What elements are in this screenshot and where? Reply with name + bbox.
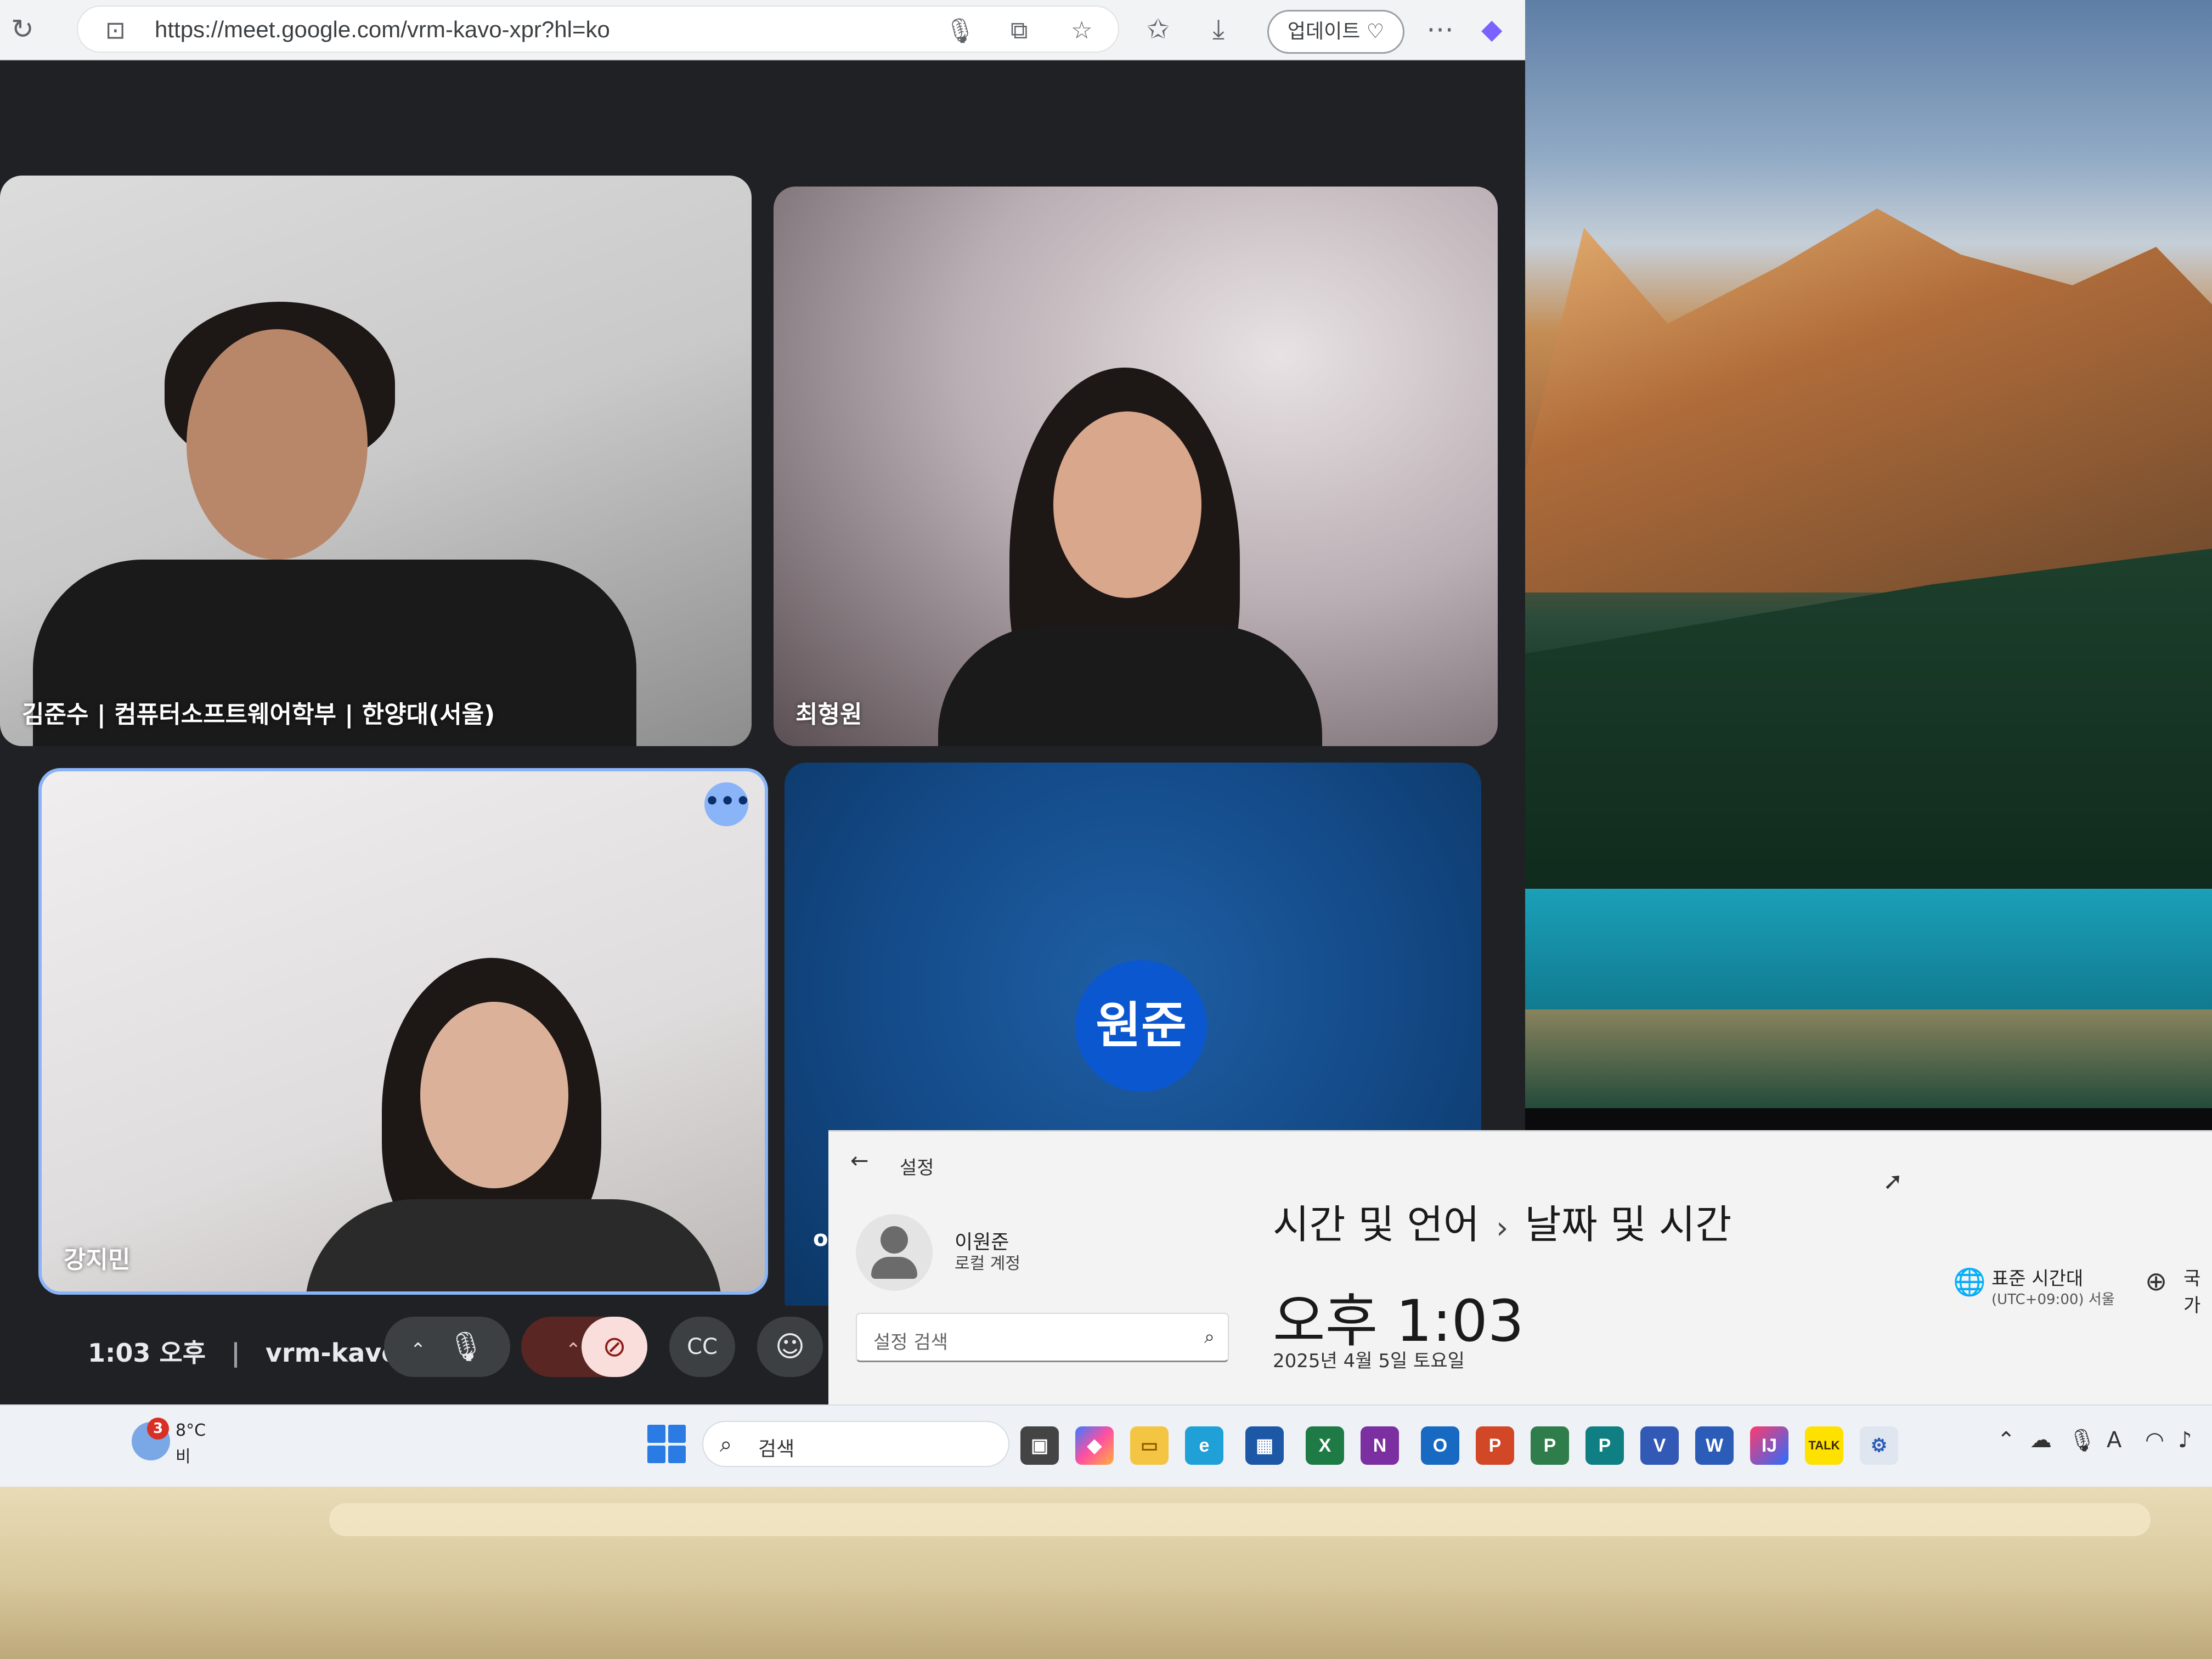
participant-tile[interactable]: 최형원 [774,187,1498,746]
start-logo-tile [668,1445,686,1463]
participant-name: 최형원 [795,701,862,729]
breadcrumb-parent[interactable]: 시간 및 언어 [1273,1201,1480,1248]
favorites-icon[interactable]: ✩ [1147,13,1170,45]
favorite-star-icon[interactable]: ☆ [1071,16,1092,44]
excel-icon[interactable]: X [1306,1426,1344,1465]
task-view-icon[interactable]: ▣ [1020,1426,1059,1465]
start-logo-tile [647,1445,665,1463]
settings-title: 설정 [900,1157,934,1179]
update-label: 업데이트 [1287,20,1361,43]
participant-name: 김준수 | 컴퓨터소프트웨어학부 | 한양대(서울) [22,701,495,729]
kakaotalk-icon[interactable]: TALK [1805,1426,1843,1465]
store-icon[interactable]: ▦ [1245,1426,1284,1465]
weather-description: 비 [176,1447,191,1466]
copilot-app-icon[interactable]: ◆ [1075,1426,1114,1465]
current-date: 2025년 4월 5일 토요일 [1273,1350,1465,1372]
participant-avatar: 원준 [1075,960,1207,1092]
timezone-value: (UTC+09:00) 서울 [1991,1291,2115,1308]
laptop-lip [329,1503,2151,1536]
breadcrumb: 시간 및 언어 › 날짜 및 시간 [1273,1192,1731,1250]
word-icon[interactable]: W [1695,1426,1734,1465]
taskbar: 3 8°C 비 ⌕ 검색 ▣ ◆ ▭ e ▦ X N O P P P V W I… [0,1404,2212,1487]
powerpoint-icon[interactable]: P [1476,1426,1514,1465]
account-type: 로컬 계정 [955,1254,1020,1273]
search-icon[interactable]: ⌕ [1204,1326,1215,1348]
browser-toolbar: ↻ ⊡ https://meet.google.com/vrm-kavo-xpr… [0,0,1525,60]
ime-icon[interactable]: A [2107,1427,2121,1453]
globe-icon: ⊕ [2145,1266,2168,1297]
chevron-up-icon[interactable]: ⌃ [1997,1427,2016,1453]
more-menu-icon[interactable]: ⋯ [1426,13,1454,45]
desktop-wallpaper [1514,0,2212,1108]
laptop-base [0,1481,2212,1659]
refresh-icon[interactable]: ↻ [11,13,34,45]
taskbar-search[interactable]: ⌕ 검색 [702,1421,1009,1467]
start-logo-tile [647,1425,665,1443]
participant-face [187,329,368,560]
chevron-right-icon: › [1496,1210,1509,1246]
microphone-icon[interactable]: 🎙 [945,16,975,45]
site-info-icon[interactable]: ⊡ [105,16,126,44]
timezone-icon: 🌐 [1953,1267,1986,1297]
emoji-icon: ☺ [775,1330,805,1363]
outlook-icon[interactable]: O [1421,1426,1459,1465]
participant-tile[interactable]: 김준수 | 컴퓨터소프트웨어학부 | 한양대(서울) [0,176,752,746]
weather-alert-badge: 3 [147,1418,169,1440]
start-logo-tile [668,1425,686,1443]
participant-body [938,625,1322,746]
downloads-icon[interactable]: ⤓ [1212,13,1224,46]
user-avatar[interactable] [856,1214,933,1291]
screen: ↻ ⊡ https://meet.google.com/vrm-kavo-xpr… [0,0,2212,1487]
taskbar-search-label: 검색 [758,1438,795,1460]
wallpaper-lake [1514,889,2212,1009]
breadcrumb-current: 날짜 및 시간 [1525,1201,1732,1248]
participant-face [420,1002,568,1188]
edge-icon[interactable]: e [1185,1426,1223,1465]
participant-body [305,1199,722,1291]
timezone-label[interactable]: 표준 시간대 [1991,1263,2083,1290]
app-available-icon[interactable]: ⧉ [1011,16,1028,44]
mouse-cursor-icon: ➚ [1883,1167,1903,1195]
camera-off-button[interactable]: ⊘ [582,1317,647,1377]
current-time: 오후 1:03 [1273,1288,1524,1355]
settings-gear-icon[interactable]: ⚙ [1860,1426,1898,1465]
project-icon[interactable]: P [1531,1426,1569,1465]
publisher-icon[interactable]: P [1585,1426,1624,1465]
microphone-icon[interactable]: 🎙 [2068,1427,2096,1453]
settings-window: ← 설정 이원준 로컬 계정 설정 검색 ⌕ 시간 및 언어 › 날짜 및 시간 오… [828,1130,2212,1404]
back-arrow-icon[interactable]: ← [850,1148,869,1173]
copilot-icon[interactable]: ◆ [1481,13,1502,45]
region-label[interactable]: 국가 [2183,1263,2212,1317]
meta-divider: | [231,1338,240,1368]
camera-off-icon: ⊘ [602,1330,627,1363]
onedrive-icon[interactable]: ☁ [2030,1427,2052,1453]
search-icon: ⌕ [720,1432,732,1457]
address-bar[interactable]: ⊡ https://meet.google.com/vrm-kavo-xpr?h… [77,5,1119,53]
onenote-icon[interactable]: N [1361,1426,1399,1465]
settings-search-input[interactable]: 설정 검색 ⌕ [856,1313,1229,1362]
volume-icon[interactable]: ♪ [2178,1427,2192,1453]
address-url: https://meet.google.com/vrm-kavo-xpr?hl=… [155,16,610,42]
captions-button[interactable]: CC [669,1317,735,1377]
meeting-time: 1:03 오후 [88,1338,206,1368]
chevron-up-icon[interactable]: ⌃ [410,1339,448,1361]
participant-face [1053,411,1201,598]
intellij-icon[interactable]: IJ [1750,1426,1788,1465]
wallpaper-mountain [1514,208,2212,592]
reactions-button[interactable]: ☺ [757,1317,823,1377]
participant-name: 강지민 [64,1246,131,1274]
microphone-control[interactable]: ⌃ 🎙 [384,1317,510,1377]
participant-tile-pinned[interactable]: ••• 강지민 [38,768,768,1295]
start-button[interactable] [647,1425,686,1463]
file-explorer-icon[interactable]: ▭ [1130,1426,1169,1465]
wifi-icon[interactable]: ◠ [2145,1427,2164,1453]
microphone-icon[interactable]: 🎙 [448,1330,484,1363]
update-button[interactable]: 업데이트 ♡ [1267,10,1404,54]
weather-temperature: 8°C [176,1421,206,1440]
visio-icon[interactable]: V [1640,1426,1679,1465]
more-options-button[interactable]: ••• [704,782,751,826]
wallpaper-forest [1514,549,2212,905]
hidden-tile-label-fragment: o [813,1226,828,1251]
search-placeholder: 설정 검색 [873,1331,948,1353]
